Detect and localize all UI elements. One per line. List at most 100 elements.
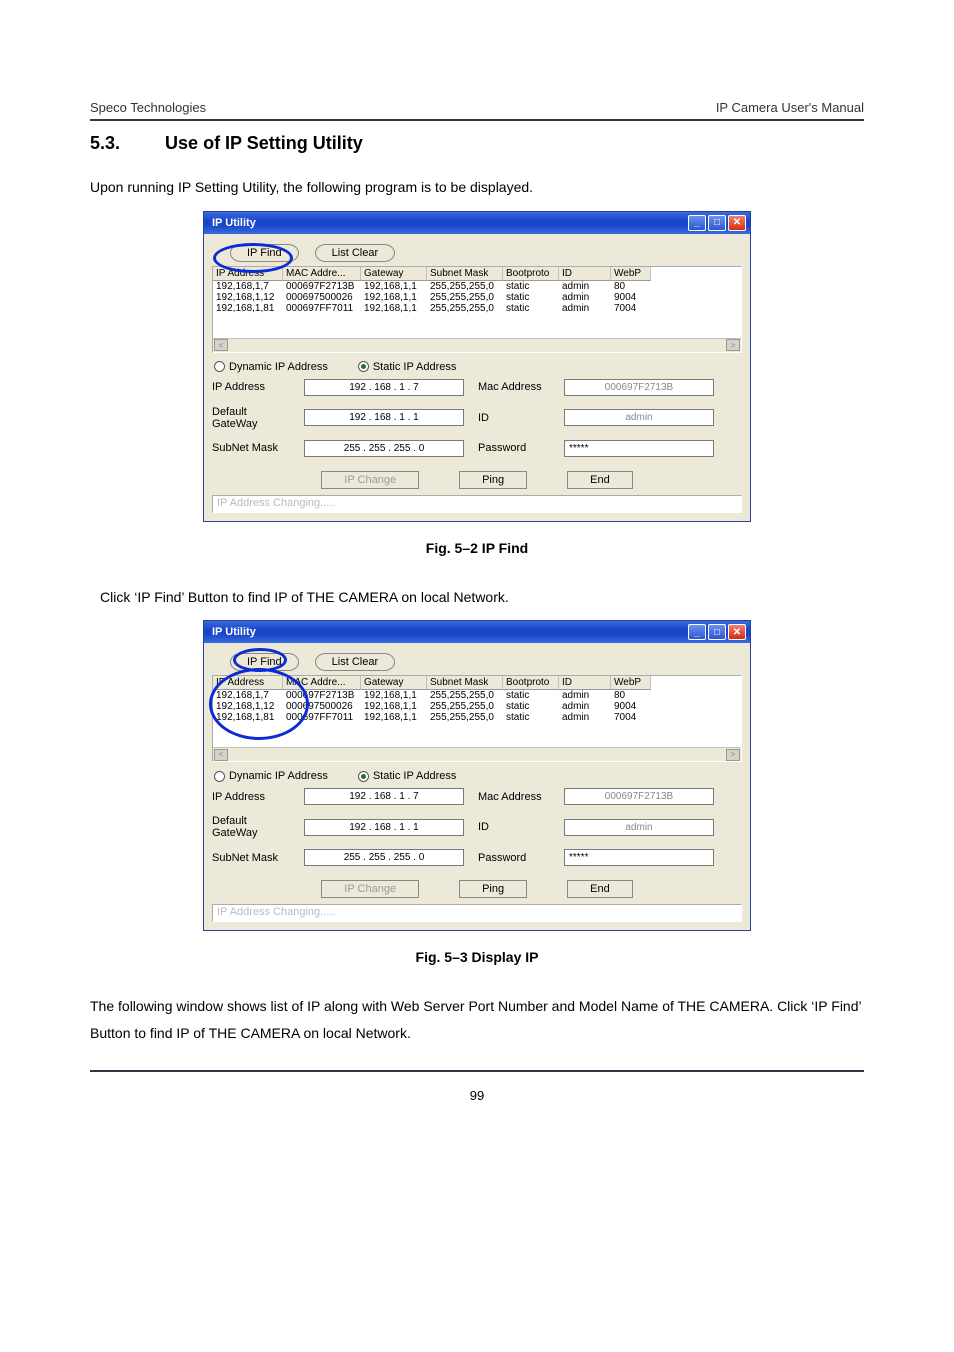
static-ip-radio[interactable]: Static IP Address xyxy=(358,361,457,373)
static-ip-radio[interactable]: Static IP Address xyxy=(358,770,457,782)
footer-divider xyxy=(90,1070,864,1072)
paragraph-intro: Upon running IP Setting Utility, the fol… xyxy=(90,174,864,201)
section-title-text: Use of IP Setting Utility xyxy=(165,133,363,153)
mac-address-field: 000697F2713B xyxy=(564,788,714,805)
scroll-left-icon[interactable]: < xyxy=(214,339,228,351)
window-body: IP Find List Clear IP Address MAC Addre.… xyxy=(204,234,750,521)
company-name: Speco Technologies xyxy=(90,100,206,115)
label-password: Password xyxy=(478,852,550,864)
maximize-icon[interactable]: □ xyxy=(708,624,726,640)
header-divider xyxy=(90,119,864,121)
ip-utility-window: IP Utility _ □ ✕ IP Find List Clear IP A… xyxy=(203,211,751,522)
col-ip[interactable]: IP Address xyxy=(213,676,283,690)
col-gateway[interactable]: Gateway xyxy=(361,676,427,690)
gateway-input[interactable]: 192 . 168 . 1 . 1 xyxy=(304,819,464,836)
window-controls: _ □ ✕ xyxy=(688,624,746,640)
ip-address-input[interactable]: 192 . 168 . 1 . 7 xyxy=(304,788,464,805)
label-password: Password xyxy=(478,442,550,454)
page: Speco Technologies IP Camera User's Manu… xyxy=(0,0,954,1163)
label-mac: Mac Address xyxy=(478,381,550,393)
figure-2: IP Utility _ □ ✕ IP Find List Clear IP A… xyxy=(203,620,751,931)
horizontal-scrollbar[interactable]: < > xyxy=(213,747,741,761)
scroll-left-icon[interactable]: < xyxy=(214,749,228,761)
close-icon[interactable]: ✕ xyxy=(728,624,746,640)
table-row[interactable]: 192,168,1,81000697FF7011192,168,1,1255,2… xyxy=(213,712,741,723)
label-mac: Mac Address xyxy=(478,791,550,803)
device-listview[interactable]: IP Address MAC Addre... Gateway Subnet M… xyxy=(212,675,742,762)
titlebar: IP Utility _ □ ✕ xyxy=(204,212,750,234)
password-input[interactable]: ***** xyxy=(564,440,714,457)
window-controls: _ □ ✕ xyxy=(688,215,746,231)
end-button[interactable]: End xyxy=(567,880,633,898)
ip-change-button[interactable]: IP Change xyxy=(321,880,419,898)
table-row[interactable]: 192,168,1,7000697F2713B192,168,1,1255,25… xyxy=(213,281,741,292)
table-row[interactable]: 192,168,1,7000697F2713B192,168,1,1255,25… xyxy=(213,690,741,701)
ip-find-button[interactable]: IP Find xyxy=(230,653,299,671)
ip-mode-radios: Dynamic IP Address Static IP Address xyxy=(214,361,742,373)
minimize-icon[interactable]: _ xyxy=(688,624,706,640)
col-ip[interactable]: IP Address xyxy=(213,267,283,281)
col-bootproto[interactable]: Bootproto xyxy=(503,676,559,690)
table-row[interactable]: 192,168,1,12000697500026192,168,1,1255,2… xyxy=(213,701,741,712)
scroll-right-icon[interactable]: > xyxy=(726,749,740,761)
label-gateway: Default GateWay xyxy=(212,406,290,430)
ping-button[interactable]: Ping xyxy=(459,471,527,489)
table-row[interactable]: 192,168,1,12000697500026192,168,1,1255,2… xyxy=(213,292,741,303)
dynamic-ip-radio[interactable]: Dynamic IP Address xyxy=(214,361,328,373)
mac-address-field: 000697F2713B xyxy=(564,379,714,396)
col-webport[interactable]: WebP xyxy=(611,267,651,281)
ip-utility-window-2: IP Utility _ □ ✕ IP Find List Clear IP A… xyxy=(203,620,751,931)
window-title: IP Utility xyxy=(212,217,256,229)
section-number: 5.3. xyxy=(90,133,120,154)
ip-find-button[interactable]: IP Find xyxy=(230,244,299,262)
end-button[interactable]: End xyxy=(567,471,633,489)
horizontal-scrollbar[interactable]: < > xyxy=(213,338,741,352)
paragraph-outro: The following window shows list of IP al… xyxy=(90,993,864,1046)
header: Speco Technologies IP Camera User's Manu… xyxy=(90,100,864,115)
gateway-input[interactable]: 192 . 168 . 1 . 1 xyxy=(304,409,464,426)
label-ip: IP Address xyxy=(212,381,290,393)
maximize-icon[interactable]: □ xyxy=(708,215,726,231)
list-clear-button[interactable]: List Clear xyxy=(315,244,395,262)
subnet-input[interactable]: 255 . 255 . 255 . 0 xyxy=(304,440,464,457)
col-bootproto[interactable]: Bootproto xyxy=(503,267,559,281)
scroll-right-icon[interactable]: > xyxy=(726,339,740,351)
figure-caption-1: Fig. 5–2 IP Find xyxy=(90,540,864,556)
listview-header: IP Address MAC Addre... Gateway Subnet M… xyxy=(213,676,741,690)
password-input[interactable]: ***** xyxy=(564,849,714,866)
page-number: 99 xyxy=(90,1088,864,1103)
list-clear-button[interactable]: List Clear xyxy=(315,653,395,671)
ping-button[interactable]: Ping xyxy=(459,880,527,898)
col-mac[interactable]: MAC Addre... xyxy=(283,267,361,281)
section-heading: 5.3. Use of IP Setting Utility xyxy=(90,133,864,154)
ip-change-button[interactable]: IP Change xyxy=(321,471,419,489)
close-icon[interactable]: ✕ xyxy=(728,215,746,231)
window-body: IP Find List Clear IP Address MAC Addre.… xyxy=(204,643,750,930)
listview-header: IP Address MAC Addre... Gateway Subnet M… xyxy=(213,267,741,281)
label-subnet: SubNet Mask xyxy=(212,852,290,864)
col-mac[interactable]: MAC Addre... xyxy=(283,676,361,690)
col-subnet[interactable]: Subnet Mask xyxy=(427,676,503,690)
figure-1: IP Utility _ □ ✕ IP Find List Clear IP A… xyxy=(203,211,751,522)
minimize-icon[interactable]: _ xyxy=(688,215,706,231)
device-listview[interactable]: IP Address MAC Addre... Gateway Subnet M… xyxy=(212,266,742,353)
label-ip: IP Address xyxy=(212,791,290,803)
status-bar: IP Address Changing..... xyxy=(212,904,742,922)
dynamic-ip-radio[interactable]: Dynamic IP Address xyxy=(214,770,328,782)
subnet-input[interactable]: 255 . 255 . 255 . 0 xyxy=(304,849,464,866)
col-subnet[interactable]: Subnet Mask xyxy=(427,267,503,281)
col-id[interactable]: ID xyxy=(559,676,611,690)
titlebar: IP Utility _ □ ✕ xyxy=(204,621,750,643)
label-subnet: SubNet Mask xyxy=(212,442,290,454)
col-id[interactable]: ID xyxy=(559,267,611,281)
window-title: IP Utility xyxy=(212,626,256,638)
col-webport[interactable]: WebP xyxy=(611,676,651,690)
ip-address-input[interactable]: 192 . 168 . 1 . 7 xyxy=(304,379,464,396)
col-gateway[interactable]: Gateway xyxy=(361,267,427,281)
settings-form: IP Address 192 . 168 . 1 . 7 Mac Address… xyxy=(212,379,742,457)
paragraph-click-ipfind: Click ‘IP Find’ Button to find IP of THE… xyxy=(90,584,864,611)
id-field: admin xyxy=(564,409,714,426)
table-row[interactable]: 192,168,1,81000697FF7011192,168,1,1255,2… xyxy=(213,303,741,314)
id-field: admin xyxy=(564,819,714,836)
figure-caption-2: Fig. 5–3 Display IP xyxy=(90,949,864,965)
